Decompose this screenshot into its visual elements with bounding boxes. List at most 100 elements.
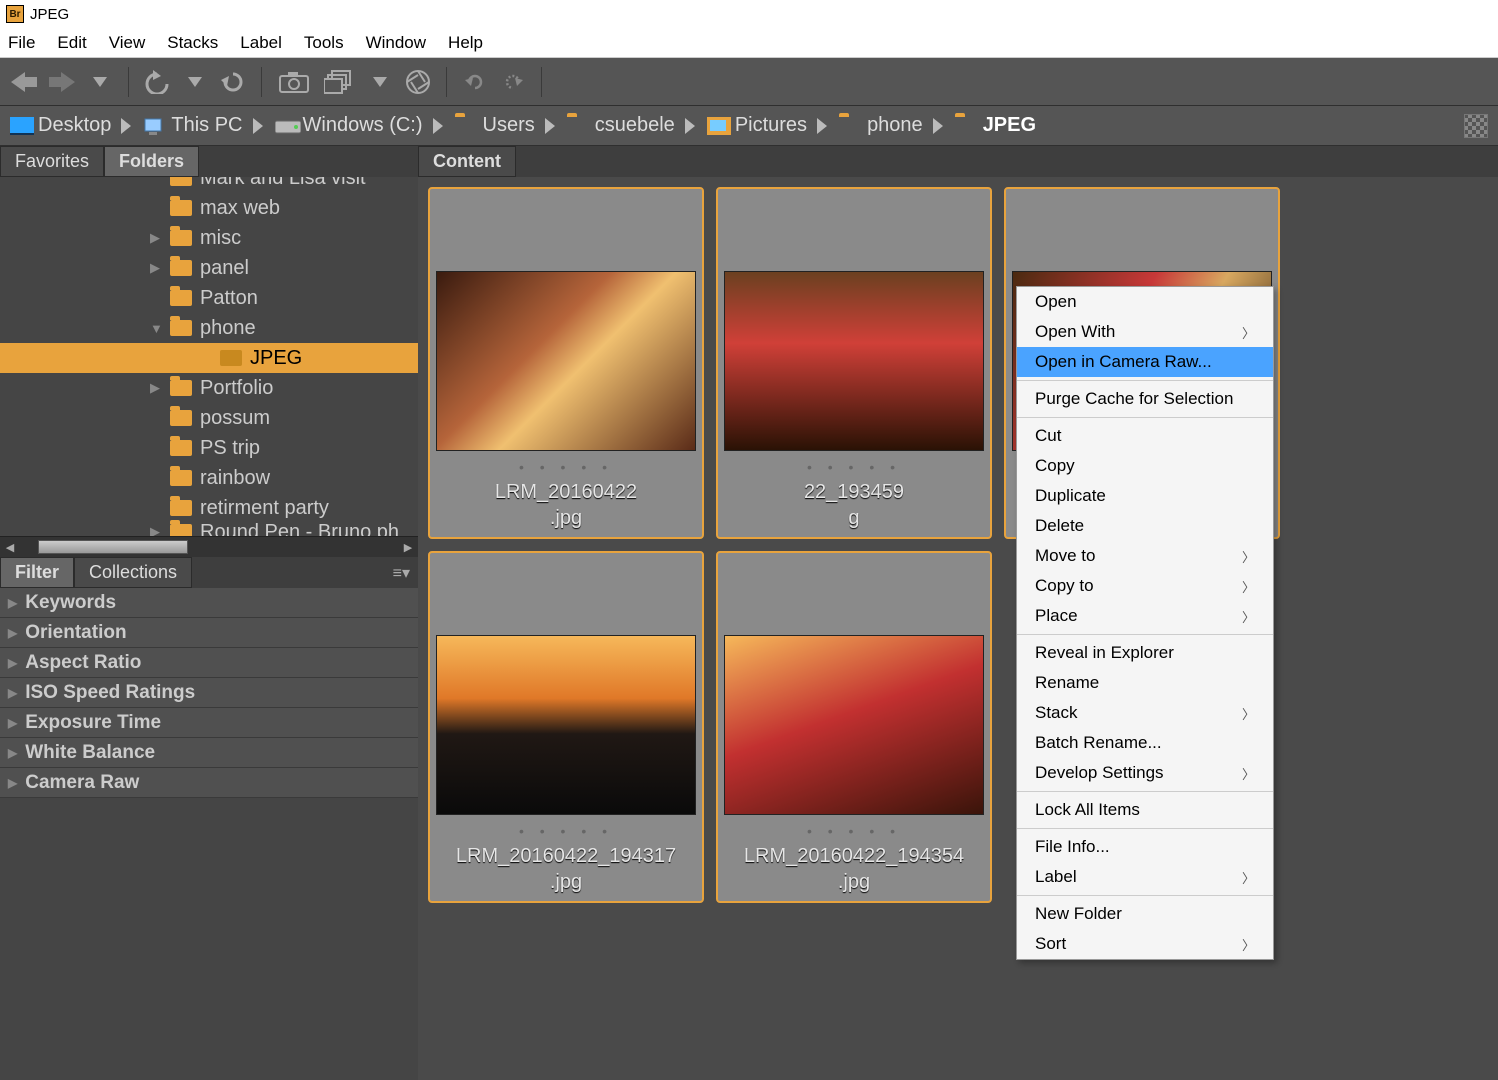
expand-triangle-icon[interactable]: ▶ [8, 656, 17, 670]
menu-help[interactable]: Help [444, 31, 487, 55]
ctx-stack[interactable]: Stack〉 [1017, 698, 1273, 728]
aperture-icon[interactable] [404, 68, 432, 96]
folder-possum[interactable]: possum [0, 403, 418, 433]
expand-triangle-icon[interactable]: ▶ [150, 380, 162, 396]
chevron-right-icon[interactable] [681, 118, 701, 134]
filter-group-keywords[interactable]: ▶Keywords [0, 588, 418, 618]
menu-view[interactable]: View [105, 31, 150, 55]
ctx-lock-all-items[interactable]: Lock All Items [1017, 795, 1273, 825]
expand-triangle-icon[interactable]: ▶ [150, 524, 162, 537]
boomerang-icon[interactable] [143, 68, 171, 96]
menu-label[interactable]: Label [236, 31, 286, 55]
expand-triangle-icon[interactable]: ▶ [8, 596, 17, 610]
folder-portfolio[interactable]: ▶Portfolio [0, 373, 418, 403]
forward-button[interactable] [48, 68, 76, 96]
expand-triangle-icon[interactable]: ▶ [150, 260, 162, 276]
filter-group-iso-speed-ratings[interactable]: ▶ISO Speed Ratings [0, 678, 418, 708]
rating-dots[interactable]: • • • • • [807, 823, 901, 839]
ctx-copy[interactable]: Copy [1017, 451, 1273, 481]
ctx-reveal-in-explorer[interactable]: Reveal in Explorer [1017, 638, 1273, 668]
ctx-rename[interactable]: Rename [1017, 668, 1273, 698]
tab-collections[interactable]: Collections [74, 557, 192, 588]
ctx-purge-cache-for-selection[interactable]: Purge Cache for Selection [1017, 384, 1273, 414]
stack-icon[interactable] [322, 68, 356, 96]
tab-folders[interactable]: Folders [104, 146, 199, 177]
chevron-right-icon[interactable] [249, 118, 269, 134]
folder-rainbow[interactable]: rainbow [0, 463, 418, 493]
breadcrumb-csuebele[interactable]: csuebele [567, 114, 675, 137]
rating-dots[interactable]: • • • • • [807, 459, 901, 475]
ctx-duplicate[interactable]: Duplicate [1017, 481, 1273, 511]
ctx-develop-settings[interactable]: Develop Settings〉 [1017, 758, 1273, 788]
expand-triangle-icon[interactable]: ▼ [150, 321, 162, 336]
folder-mark-and-lisa-visit[interactable]: Mark and Lisa visit [0, 177, 418, 193]
scroll-right-arrow[interactable]: ▶ [400, 539, 416, 555]
ctx-delete[interactable]: Delete [1017, 511, 1273, 541]
folder-tree[interactable]: Mark and Lisa visitmax web▶misc▶panelPat… [0, 177, 418, 537]
folder-jpeg[interactable]: JPEG [0, 343, 418, 373]
expand-triangle-icon[interactable]: ▶ [8, 716, 17, 730]
tab-filter[interactable]: Filter [0, 557, 74, 588]
back-button[interactable] [10, 68, 38, 96]
scroll-thumb[interactable] [38, 540, 188, 554]
ctx-open[interactable]: Open [1017, 287, 1273, 317]
chevron-right-icon[interactable] [541, 118, 561, 134]
rotate-ccw-icon[interactable] [219, 68, 247, 96]
menu-window[interactable]: Window [362, 31, 430, 55]
folder-panel[interactable]: ▶panel [0, 253, 418, 283]
expand-triangle-icon[interactable]: ▶ [150, 230, 162, 246]
thumbnail-LRM_20160422_194317[interactable]: • • • • •LRM_20160422_194317.jpg [428, 551, 704, 903]
menu-edit[interactable]: Edit [53, 31, 90, 55]
menu-tools[interactable]: Tools [300, 31, 348, 55]
ctx-cut[interactable]: Cut [1017, 421, 1273, 451]
chevron-right-icon[interactable] [813, 118, 833, 134]
folder-phone[interactable]: ▼phone [0, 313, 418, 343]
menu-stacks[interactable]: Stacks [163, 31, 222, 55]
filter-group-exposure-time[interactable]: ▶Exposure Time [0, 708, 418, 738]
stack-dropdown[interactable] [366, 68, 394, 96]
folder-max-web[interactable]: max web [0, 193, 418, 223]
breadcrumb-users[interactable]: Users [455, 114, 535, 137]
rotate-right-icon[interactable] [499, 68, 527, 96]
thumbnail-LRM_20160422_194354[interactable]: • • • • •LRM_20160422_194354.jpg [716, 551, 992, 903]
filter-group-aspect-ratio[interactable]: ▶Aspect Ratio [0, 648, 418, 678]
ctx-file-info[interactable]: File Info... [1017, 832, 1273, 862]
panel-menu-icon[interactable]: ≡▾ [385, 563, 418, 583]
thumbnail-LRM_20160422[interactable]: • • • • •LRM_20160422.jpg [428, 187, 704, 539]
breadcrumb-phone[interactable]: phone [839, 114, 923, 137]
ctx-place[interactable]: Place〉 [1017, 601, 1273, 631]
breadcrumb-this-pc[interactable]: This PC [143, 114, 242, 137]
thumbnail-quality-icon[interactable] [1464, 114, 1488, 138]
ctx-open-in-camera-raw[interactable]: Open in Camera Raw... [1017, 347, 1273, 377]
recent-files-dropdown[interactable] [181, 68, 209, 96]
recent-dropdown[interactable] [86, 68, 114, 96]
ctx-open-with[interactable]: Open With〉 [1017, 317, 1273, 347]
rotate-left-icon[interactable] [461, 68, 489, 96]
rating-dots[interactable]: • • • • • [519, 823, 613, 839]
folder-patton[interactable]: Patton [0, 283, 418, 313]
ctx-batch-rename[interactable]: Batch Rename... [1017, 728, 1273, 758]
breadcrumb-pictures[interactable]: Pictures [707, 114, 807, 137]
breadcrumb-desktop[interactable]: Desktop [10, 114, 111, 137]
ctx-new-folder[interactable]: New Folder [1017, 899, 1273, 929]
ctx-copy-to[interactable]: Copy to〉 [1017, 571, 1273, 601]
ctx-sort[interactable]: Sort〉 [1017, 929, 1273, 959]
chevron-right-icon[interactable] [117, 118, 137, 134]
camera-icon[interactable] [276, 68, 312, 96]
chevron-right-icon[interactable] [429, 118, 449, 134]
folder-misc[interactable]: ▶misc [0, 223, 418, 253]
thumbnail-22_193459[interactable]: • • • • •22_193459g [716, 187, 992, 539]
tab-favorites[interactable]: Favorites [0, 146, 104, 177]
filter-group-orientation[interactable]: ▶Orientation [0, 618, 418, 648]
breadcrumb-jpeg[interactable]: JPEG [955, 114, 1036, 137]
filter-group-camera-raw[interactable]: ▶Camera Raw [0, 768, 418, 798]
ctx-label[interactable]: Label〉 [1017, 862, 1273, 892]
folder-retirment-party[interactable]: retirment party [0, 493, 418, 523]
folder-tree-hscroll[interactable]: ◀ ▶ [0, 537, 418, 557]
rating-dots[interactable]: • • • • • [519, 459, 613, 475]
expand-triangle-icon[interactable]: ▶ [8, 626, 17, 640]
chevron-right-icon[interactable] [929, 118, 949, 134]
folder-ps-trip[interactable]: PS trip [0, 433, 418, 463]
menu-file[interactable]: File [4, 31, 39, 55]
breadcrumb-windows-c-[interactable]: Windows (C:) [275, 114, 423, 137]
